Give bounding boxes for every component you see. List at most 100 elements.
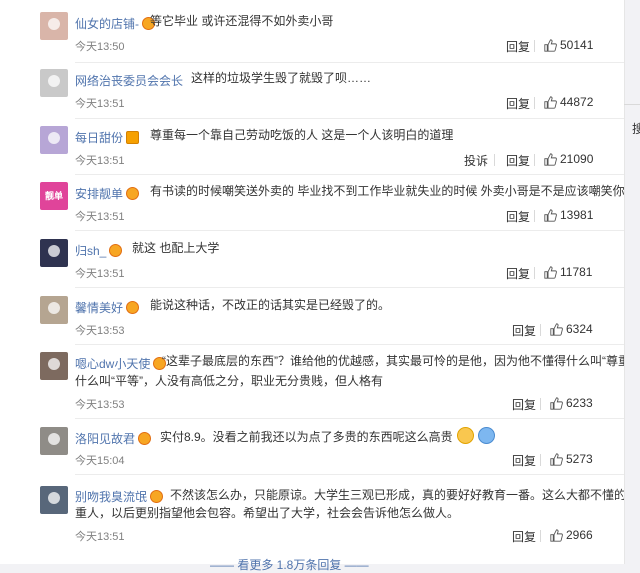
timestamp: 今天13:53 (75, 325, 125, 337)
divider (540, 530, 541, 542)
thumbs-up-icon (544, 38, 557, 52)
emoji-badge-icon (126, 301, 140, 314)
sidebar-partial-text: 搜 (632, 122, 640, 136)
like-count: 44872 (560, 95, 594, 109)
avatar[interactable] (40, 296, 68, 324)
avatar-figure-icon (48, 358, 60, 370)
like-button[interactable]: 44872 (544, 95, 593, 109)
thumbs-up-icon (544, 152, 557, 166)
thumbs-up-icon (544, 95, 557, 109)
reply-button[interactable]: 回复 (506, 208, 530, 225)
avatar-label: 靓单 (44, 190, 63, 201)
thumbs-up-icon (550, 528, 563, 542)
avatar-figure-icon (48, 492, 60, 504)
username-link[interactable]: 仙女的店铺- (75, 15, 155, 32)
thumbs-up-icon (544, 208, 557, 222)
reply-button[interactable]: 回复 (512, 528, 536, 545)
reply-button[interactable]: 回复 (506, 265, 530, 282)
cat-face-emoji-icon (477, 427, 495, 444)
emoji-badge-icon (126, 187, 140, 200)
like-button[interactable]: 11781 (544, 265, 592, 279)
right-sidebar-edge (624, 0, 640, 564)
divider (494, 154, 495, 166)
divider (75, 174, 624, 175)
shy-face-emoji-icon (456, 427, 474, 444)
comment-text: 有书读的时候嘲笑送外卖的 毕业找不到工作毕业就失业的时候 外卖小哥是不是应该嘲笑… (150, 184, 625, 198)
reply-button[interactable]: 回复 (512, 396, 536, 413)
username-link[interactable]: 洛阳见故君 (75, 430, 152, 447)
username-link[interactable]: 嗯心dw小天使 (75, 355, 167, 372)
divider (540, 324, 541, 336)
avatar-figure-icon (48, 245, 60, 257)
report-button[interactable]: 投诉 (464, 152, 488, 169)
divider (534, 40, 535, 52)
thumbs-up-icon (550, 396, 563, 410)
timestamp: 今天13:51 (75, 531, 125, 543)
avatar[interactable]: 靓单 (40, 182, 68, 210)
like-count: 50141 (560, 38, 594, 52)
avatar[interactable] (40, 486, 68, 514)
comment-text: 能说这种话，不改正的话其实是已经毁了的。 (150, 298, 391, 312)
reply-button[interactable]: 回复 (506, 152, 530, 169)
avatar-figure-icon (48, 75, 60, 87)
comment-text: 这样的垃圾学生毁了就毁了呗…… (191, 71, 372, 85)
divider (540, 398, 541, 410)
divider (624, 104, 640, 105)
divider (75, 287, 624, 288)
comment-text-line-2: 什么叫“平等”，人没有高低之分，职业无分贵贱，但人格有 (75, 374, 383, 388)
avatar[interactable] (40, 126, 68, 154)
like-button[interactable]: 13981 (544, 208, 593, 222)
more-replies-link[interactable]: —— 看更多 1.8万条回复 —— (210, 556, 369, 573)
divider (540, 454, 541, 466)
username-link[interactable]: 馨情美好 (75, 299, 140, 316)
comment-feed: 仙女的店铺- 等它毕业 或许还混得不如外卖小哥 今天13:50 回复 50141… (0, 0, 638, 572)
like-count: 6233 (566, 396, 593, 410)
timestamp: 今天13:50 (75, 41, 125, 53)
vip-badge-icon (126, 131, 140, 144)
like-count: 5273 (566, 452, 593, 466)
like-count: 21090 (560, 152, 594, 166)
like-button[interactable]: 50141 (544, 38, 593, 52)
avatar-figure-icon (48, 302, 60, 314)
reply-button[interactable]: 回复 (512, 322, 536, 339)
divider (534, 267, 535, 279)
divider (534, 97, 535, 109)
emoji-badge-icon (138, 432, 152, 445)
comment-text: 实付8.9。没看之前我还以为点了多贵的东西呢这么高贵 (160, 427, 495, 447)
comment-text: 就这 也配上大学 (132, 241, 220, 255)
avatar[interactable] (40, 352, 68, 380)
timestamp: 今天15:04 (75, 455, 125, 467)
username-link[interactable]: 安排靓单 (75, 185, 140, 202)
like-button[interactable]: 6233 (550, 396, 593, 410)
divider (75, 230, 624, 231)
like-button[interactable]: 5273 (550, 452, 593, 466)
like-button[interactable]: 21090 (544, 152, 593, 166)
avatar[interactable] (40, 12, 68, 40)
avatar[interactable] (40, 239, 68, 267)
username-link[interactable]: 网络治丧委员会会长 (75, 72, 183, 89)
comment-text: “这辈子最底层的东西”？谁给他的优越感，其实最可怜的是他，因为他不懂得什么叫“尊… (162, 354, 634, 368)
reply-button[interactable]: 回复 (506, 95, 530, 112)
reply-button[interactable]: 回复 (512, 452, 536, 469)
divider (75, 418, 624, 419)
avatar[interactable] (40, 69, 68, 97)
thumbs-up-icon (550, 322, 563, 336)
timestamp: 今天13:51 (75, 211, 125, 223)
emoji-badge-icon (150, 490, 164, 503)
divider (75, 474, 624, 475)
reply-button[interactable]: 回复 (506, 38, 530, 55)
username-link[interactable]: 每日甜份 (75, 129, 140, 146)
timestamp: 今天13:51 (75, 268, 125, 280)
timestamp: 今天13:53 (75, 399, 125, 411)
divider (75, 118, 624, 119)
comment-text-line-2: 重人，以后更别指望他会包容。希望出了大学，社会会告诉他怎么做人。 (75, 506, 460, 520)
like-button[interactable]: 2966 (550, 528, 593, 542)
like-button[interactable]: 6324 (550, 322, 593, 336)
username-link[interactable]: 归sh_ (75, 242, 123, 259)
timestamp: 今天13:51 (75, 155, 125, 167)
avatar[interactable] (40, 427, 68, 455)
divider (75, 344, 624, 345)
comment-text: 尊重每一个靠自己劳动吃饭的人 这是一个人该明白的道理 (150, 128, 454, 142)
timestamp: 今天13:51 (75, 98, 125, 110)
divider (534, 210, 535, 222)
